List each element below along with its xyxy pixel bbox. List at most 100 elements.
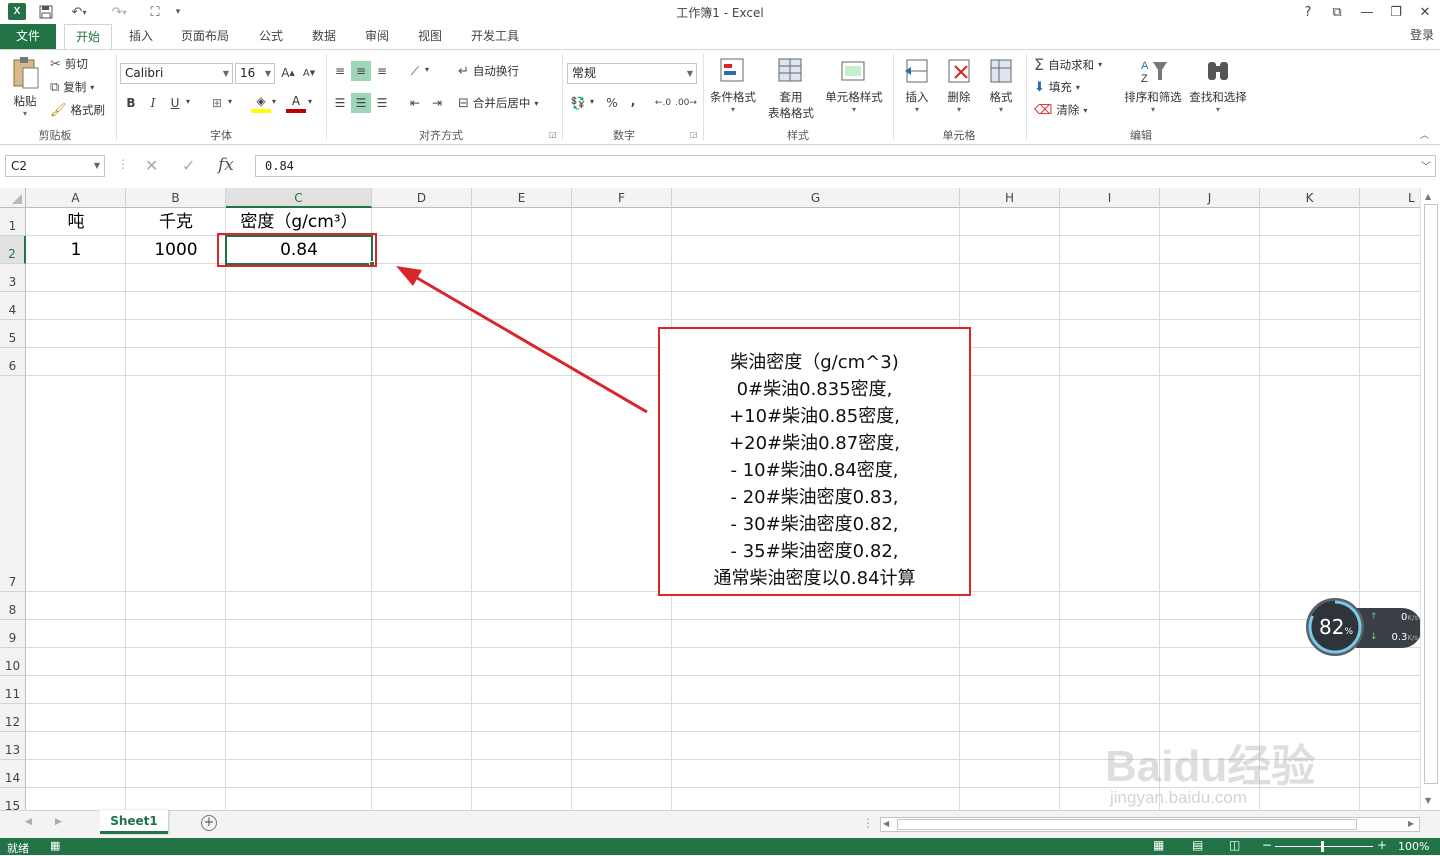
- scroll-down-icon[interactable]: ▼: [1425, 796, 1431, 805]
- number-launcher-icon[interactable]: ◲: [690, 130, 698, 139]
- row-header-5[interactable]: 5: [0, 320, 26, 348]
- tab-formulas[interactable]: 公式: [250, 24, 292, 50]
- tab-developer[interactable]: 开发工具: [462, 24, 528, 50]
- column-header-A[interactable]: A: [26, 188, 126, 208]
- cell-A2[interactable]: 1: [26, 237, 126, 263]
- page-layout-view-icon[interactable]: ▤: [1192, 838, 1203, 852]
- conditional-format-button[interactable]: 条件格式 ▾: [708, 56, 758, 114]
- find-select-button[interactable]: 查找和选择 ▾: [1187, 56, 1249, 114]
- row-header-12[interactable]: 12: [0, 704, 26, 732]
- fill-button[interactable]: ⬇ 填充 ▾: [1034, 79, 1080, 95]
- orientation-dropdown-icon[interactable]: ▾: [425, 65, 429, 74]
- insert-cells-button[interactable]: 插入 ▾: [898, 56, 936, 114]
- sign-in-link[interactable]: 登录: [1410, 26, 1434, 43]
- column-header-F[interactable]: F: [572, 188, 672, 208]
- underline-button[interactable]: U: [165, 93, 185, 113]
- row-header-10[interactable]: 10: [0, 648, 26, 676]
- row-header-11[interactable]: 11: [0, 676, 26, 704]
- row-header-8[interactable]: 8: [0, 592, 26, 620]
- collapse-ribbon-icon[interactable]: ︿: [1420, 128, 1429, 141]
- borders-dropdown-icon[interactable]: ▾: [228, 97, 232, 106]
- font-color-icon[interactable]: A: [286, 93, 306, 113]
- format-cells-button[interactable]: 格式 ▾: [982, 56, 1020, 114]
- bold-button[interactable]: B: [121, 93, 141, 113]
- cancel-icon[interactable]: ✕: [145, 156, 158, 175]
- column-header-E[interactable]: E: [472, 188, 572, 208]
- column-header-G[interactable]: G: [672, 188, 960, 208]
- number-format-select[interactable]: 常规 ▼: [567, 63, 697, 84]
- column-header-C[interactable]: C: [226, 188, 372, 208]
- tab-split-grip-icon[interactable]: ⋮: [862, 816, 874, 830]
- cell-A1[interactable]: 吨: [26, 209, 126, 235]
- row-header-13[interactable]: 13: [0, 732, 26, 760]
- align-left-icon[interactable]: ☰: [330, 93, 350, 113]
- merge-center-button[interactable]: ⊟ 合并后居中 ▾: [458, 95, 538, 111]
- alignment-launcher-icon[interactable]: ◲: [549, 130, 557, 139]
- decrease-indent-icon[interactable]: ⇤: [405, 93, 425, 113]
- vertical-scroll-thumb[interactable]: [1424, 204, 1438, 784]
- scroll-right-icon[interactable]: ▶: [1408, 819, 1414, 828]
- comma-button[interactable]: ,: [623, 91, 643, 111]
- zoom-in-icon[interactable]: +: [1377, 838, 1387, 852]
- tab-page-layout[interactable]: 页面布局: [172, 24, 238, 50]
- close-icon[interactable]: ✕: [1413, 2, 1437, 22]
- format-as-table-button[interactable]: 套用 表格格式: [762, 56, 820, 121]
- vertical-scrollbar[interactable]: ▲ ▼: [1420, 188, 1440, 810]
- currency-dropdown-icon[interactable]: ▾: [590, 97, 594, 106]
- row-header-7[interactable]: 7: [0, 376, 26, 592]
- sort-filter-button[interactable]: AZ 排序和筛选 ▾: [1122, 56, 1184, 114]
- italic-button[interactable]: I: [143, 93, 163, 113]
- row-header-3[interactable]: 3: [0, 264, 26, 292]
- zoom-out-icon[interactable]: −: [1262, 838, 1272, 852]
- paste-button[interactable]: 粘贴 ▾: [8, 56, 42, 126]
- scroll-up-icon[interactable]: ▲: [1425, 192, 1431, 201]
- font-name-select[interactable]: Calibri ▼: [120, 63, 233, 84]
- underline-dropdown-icon[interactable]: ▾: [186, 97, 190, 106]
- row-header-15[interactable]: 15: [0, 788, 26, 810]
- percent-button[interactable]: %: [602, 93, 622, 113]
- zoom-slider-thumb[interactable]: [1321, 841, 1324, 852]
- tab-view[interactable]: 视图: [409, 24, 451, 50]
- tab-data[interactable]: 数据: [303, 24, 345, 50]
- zoom-slider[interactable]: [1275, 846, 1373, 847]
- fill-color-dropdown-icon[interactable]: ▾: [272, 97, 276, 106]
- autosum-button[interactable]: Σ 自动求和 ▾: [1034, 55, 1102, 74]
- copy-button[interactable]: ⧉ 复制 ▾: [50, 79, 94, 95]
- borders-icon[interactable]: ⊞: [207, 93, 227, 113]
- row-header-6[interactable]: 6: [0, 348, 26, 376]
- column-header-I[interactable]: I: [1060, 188, 1160, 208]
- horizontal-scroll-thumb[interactable]: [897, 819, 1357, 830]
- name-box[interactable]: C2 ▼: [5, 155, 105, 177]
- enter-icon[interactable]: ✓: [182, 156, 195, 175]
- select-all-corner[interactable]: [0, 188, 26, 208]
- cut-button[interactable]: ✂ 剪切: [50, 56, 88, 72]
- sheet-next-icon[interactable]: ▶: [55, 817, 62, 827]
- callout-textbox[interactable]: 柴油密度（g/cm^3) 0#柴油0.835密度, +10#柴油0.85密度, …: [658, 327, 971, 596]
- cell-styles-button[interactable]: 单元格样式 ▾: [824, 56, 884, 114]
- column-header-K[interactable]: K: [1260, 188, 1360, 208]
- column-header-B[interactable]: B: [126, 188, 226, 208]
- tab-review[interactable]: 审阅: [356, 24, 398, 50]
- sheet-tab-sheet1[interactable]: Sheet1: [100, 810, 168, 834]
- delete-cells-button[interactable]: 删除 ▾: [940, 56, 978, 114]
- row-header-4[interactable]: 4: [0, 292, 26, 320]
- fill-color-icon[interactable]: ◈: [251, 93, 271, 113]
- column-header-D[interactable]: D: [372, 188, 472, 208]
- currency-icon[interactable]: 💱: [568, 93, 588, 113]
- horizontal-scrollbar[interactable]: ◀ ▶: [880, 817, 1420, 832]
- maximize-icon[interactable]: ❐: [1384, 2, 1408, 22]
- minimize-icon[interactable]: —: [1355, 2, 1379, 22]
- orientation-icon[interactable]: ⟋: [405, 61, 425, 81]
- formula-input[interactable]: 0.84: [255, 155, 1436, 177]
- tab-home[interactable]: 开始: [64, 24, 112, 50]
- row-header-1[interactable]: 1: [0, 208, 26, 236]
- sheet-prev-icon[interactable]: ◀: [25, 817, 32, 827]
- wrap-text-button[interactable]: ↵ 自动换行: [458, 63, 519, 79]
- align-middle-icon[interactable]: ≡: [351, 61, 371, 81]
- page-break-view-icon[interactable]: ◫: [1229, 838, 1240, 852]
- row-header-9[interactable]: 9: [0, 620, 26, 648]
- cell-C1[interactable]: 密度（g/cm³）: [226, 209, 372, 235]
- align-center-icon[interactable]: ☰: [351, 93, 371, 113]
- cell-B2[interactable]: 1000: [126, 237, 226, 263]
- zoom-level[interactable]: 100%: [1398, 840, 1429, 853]
